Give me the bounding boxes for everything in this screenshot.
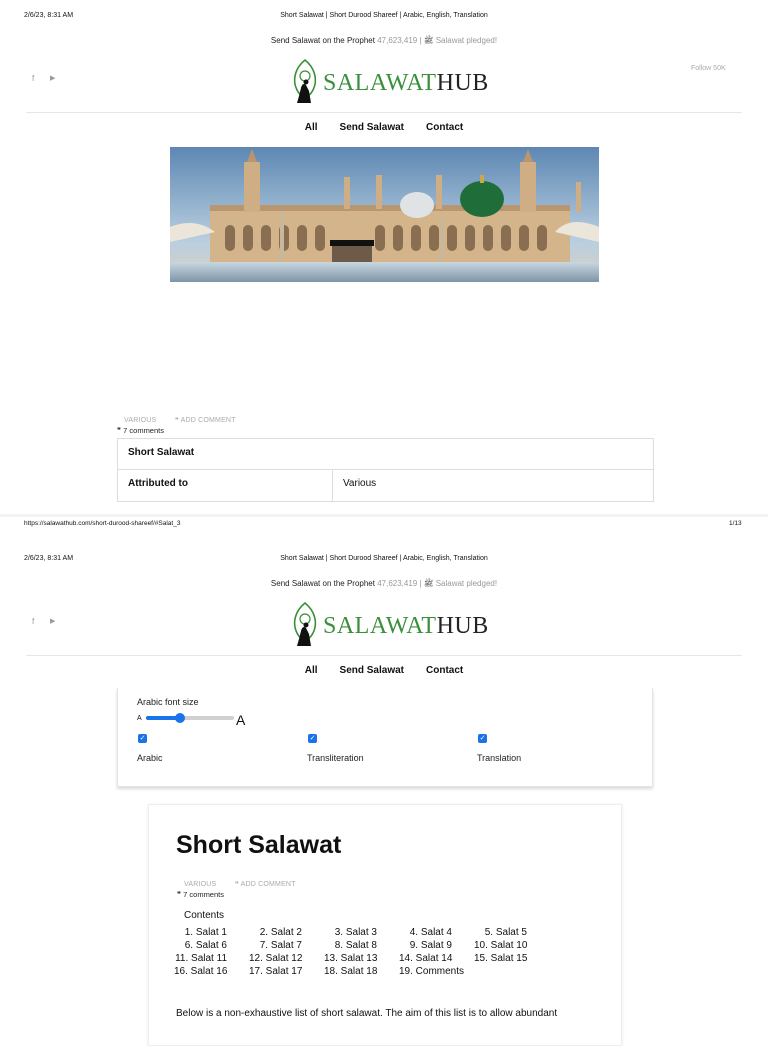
- main-nav: All Send Salawat Contact: [0, 122, 768, 133]
- print-url: https://salawathub.com/short-durood-shar…: [24, 520, 181, 527]
- comment-icon: ❝: [174, 417, 179, 424]
- toc-link[interactable]: 5. Salat 5: [474, 927, 549, 938]
- announcement-bar[interactable]: Send Salawat on the Prophet ﷺ | 47,623,4…: [0, 35, 768, 47]
- toc-link[interactable]: 18. Salat 18: [324, 966, 399, 977]
- attributed-value: Various: [343, 478, 377, 489]
- font-size-small-a: A: [137, 715, 142, 722]
- article-card: Short Salawat VARIOUS ❝ ADD COMMENT ❞ 7 …: [148, 804, 622, 1046]
- nav-item-contact-2[interactable]: Contact: [426, 665, 463, 676]
- toc-link[interactable]: 12. Salat 12: [249, 953, 324, 964]
- article-title: Short Salawat: [176, 831, 342, 859]
- logo-emblem-icon: [293, 601, 317, 646]
- article-comments-count[interactable]: ❞ 7 comments: [177, 890, 224, 899]
- logo-text-salawat: SALAWAT: [323, 69, 437, 96]
- toc-link[interactable]: 11. Salat 11: [174, 953, 249, 964]
- toc-link[interactable]: 15. Salat 15: [474, 953, 549, 964]
- post-meta: VARIOUS ❝ ADD COMMENT: [124, 409, 236, 427]
- table-of-contents: 1. Salat 1 2. Salat 2 3. Salat 3 4. Sala…: [174, 927, 549, 977]
- toc-link[interactable]: 4. Salat 4: [399, 927, 474, 938]
- comment-icon: ❝: [234, 881, 239, 888]
- header-divider-2: [26, 655, 742, 656]
- toc-heading: Contents: [184, 910, 225, 921]
- toc-link[interactable]: 2. Salat 2: [249, 927, 324, 938]
- font-size-large-a: A: [236, 712, 246, 728]
- add-comment-link[interactable]: ❝ ADD COMMENT: [175, 417, 236, 424]
- youtube-icon-2[interactable]: ▶: [50, 617, 55, 625]
- print-page-title-2: Short Salawat | Short Durood Shareef | A…: [280, 555, 488, 562]
- info-table-title: Short Salawat: [128, 447, 195, 458]
- nav-item-send-salawat-2[interactable]: Send Salawat: [340, 665, 404, 676]
- article-intro: Below is a non-exhaustive list of short …: [176, 1008, 558, 1019]
- print-page-title: Short Salawat | Short Durood Shareef | A…: [280, 12, 488, 19]
- article-category-link[interactable]: VARIOUS: [184, 881, 216, 888]
- print-page-number: 1/13: [729, 520, 742, 527]
- site-logo-2[interactable]: SALAWATHUB: [289, 601, 489, 651]
- page-break: [0, 514, 768, 517]
- toc-link[interactable]: 14. Salat 14: [399, 953, 474, 964]
- font-size-slider-thumb[interactable]: [175, 713, 185, 723]
- transliteration-checkbox-label: Transliteration: [307, 753, 364, 763]
- article-meta: VARIOUS ❝ ADD COMMENT: [184, 873, 296, 891]
- comments-count[interactable]: ❞ 7 comments: [117, 426, 164, 435]
- font-size-slider[interactable]: [146, 716, 234, 720]
- arabic-checkbox-label: Arabic: [137, 753, 163, 763]
- logo-text-hub-2: HUB: [436, 612, 489, 639]
- display-settings-panel: Arabic font size A A ✓ Arabic ✓ Translit…: [117, 688, 653, 787]
- salawat-count-2: | 47,623,419 Salawat pledged!: [377, 579, 498, 588]
- site-logo[interactable]: SALAWATHUB: [289, 58, 489, 108]
- toc-link[interactable]: 17. Salat 17: [249, 966, 324, 977]
- salawat-count: | 47,623,419 Salawat pledged!: [377, 36, 498, 45]
- transliteration-checkbox[interactable]: ✓: [308, 734, 317, 743]
- nav-item-send-salawat[interactable]: Send Salawat: [340, 122, 404, 133]
- nav-item-all[interactable]: All: [305, 122, 318, 133]
- toc-link[interactable]: 10. Salat 10: [474, 940, 549, 951]
- youtube-icon[interactable]: ▶: [50, 74, 55, 82]
- toc-link[interactable]: 1. Salat 1: [174, 927, 249, 938]
- translation-checkbox[interactable]: ✓: [478, 734, 487, 743]
- attributed-label: Attributed to: [118, 470, 333, 501]
- facebook-icon[interactable]: f: [32, 74, 34, 83]
- info-table: Short Salawat Attributed to Various: [117, 438, 654, 502]
- toc-link[interactable]: 3. Salat 3: [324, 927, 399, 938]
- toc-link[interactable]: 8. Salat 8: [324, 940, 399, 951]
- logo-text-hub: HUB: [436, 69, 489, 96]
- toc-link[interactable]: 16. Salat 16: [174, 966, 249, 977]
- toc-link[interactable]: 6. Salat 6: [174, 940, 249, 951]
- main-nav-2: All Send Salawat Contact: [0, 665, 768, 676]
- follow-count[interactable]: Follow 50K: [691, 65, 726, 72]
- toc-link[interactable]: 13. Salat 13: [324, 953, 399, 964]
- info-table-row: Attributed to Various: [118, 469, 653, 501]
- toc-link[interactable]: 9. Salat 9: [399, 940, 474, 951]
- arabic-font-size-label: Arabic font size: [137, 697, 199, 707]
- toc-link[interactable]: 7. Salat 7: [249, 940, 324, 951]
- header-divider: [26, 112, 742, 113]
- logo-emblem-icon: [293, 58, 317, 103]
- comments-icon: ❞: [177, 890, 182, 899]
- hero-image: [170, 147, 599, 282]
- nav-item-all-2[interactable]: All: [305, 665, 318, 676]
- comments-icon: ❞: [117, 426, 122, 435]
- facebook-icon-2[interactable]: f: [32, 617, 34, 626]
- category-link[interactable]: VARIOUS: [124, 417, 156, 424]
- article-add-comment-link[interactable]: ❝ ADD COMMENT: [235, 881, 296, 888]
- toc-link[interactable]: 19. Comments: [399, 966, 474, 977]
- translation-checkbox-label: Translation: [477, 753, 522, 763]
- nav-item-contact[interactable]: Contact: [426, 122, 463, 133]
- arabic-checkbox[interactable]: ✓: [138, 734, 147, 743]
- announcement-bar-2[interactable]: Send Salawat on the Prophet ﷺ | 47,623,4…: [0, 578, 768, 590]
- logo-text-salawat-2: SALAWAT: [323, 612, 437, 639]
- info-table-title-row: Short Salawat: [118, 439, 653, 469]
